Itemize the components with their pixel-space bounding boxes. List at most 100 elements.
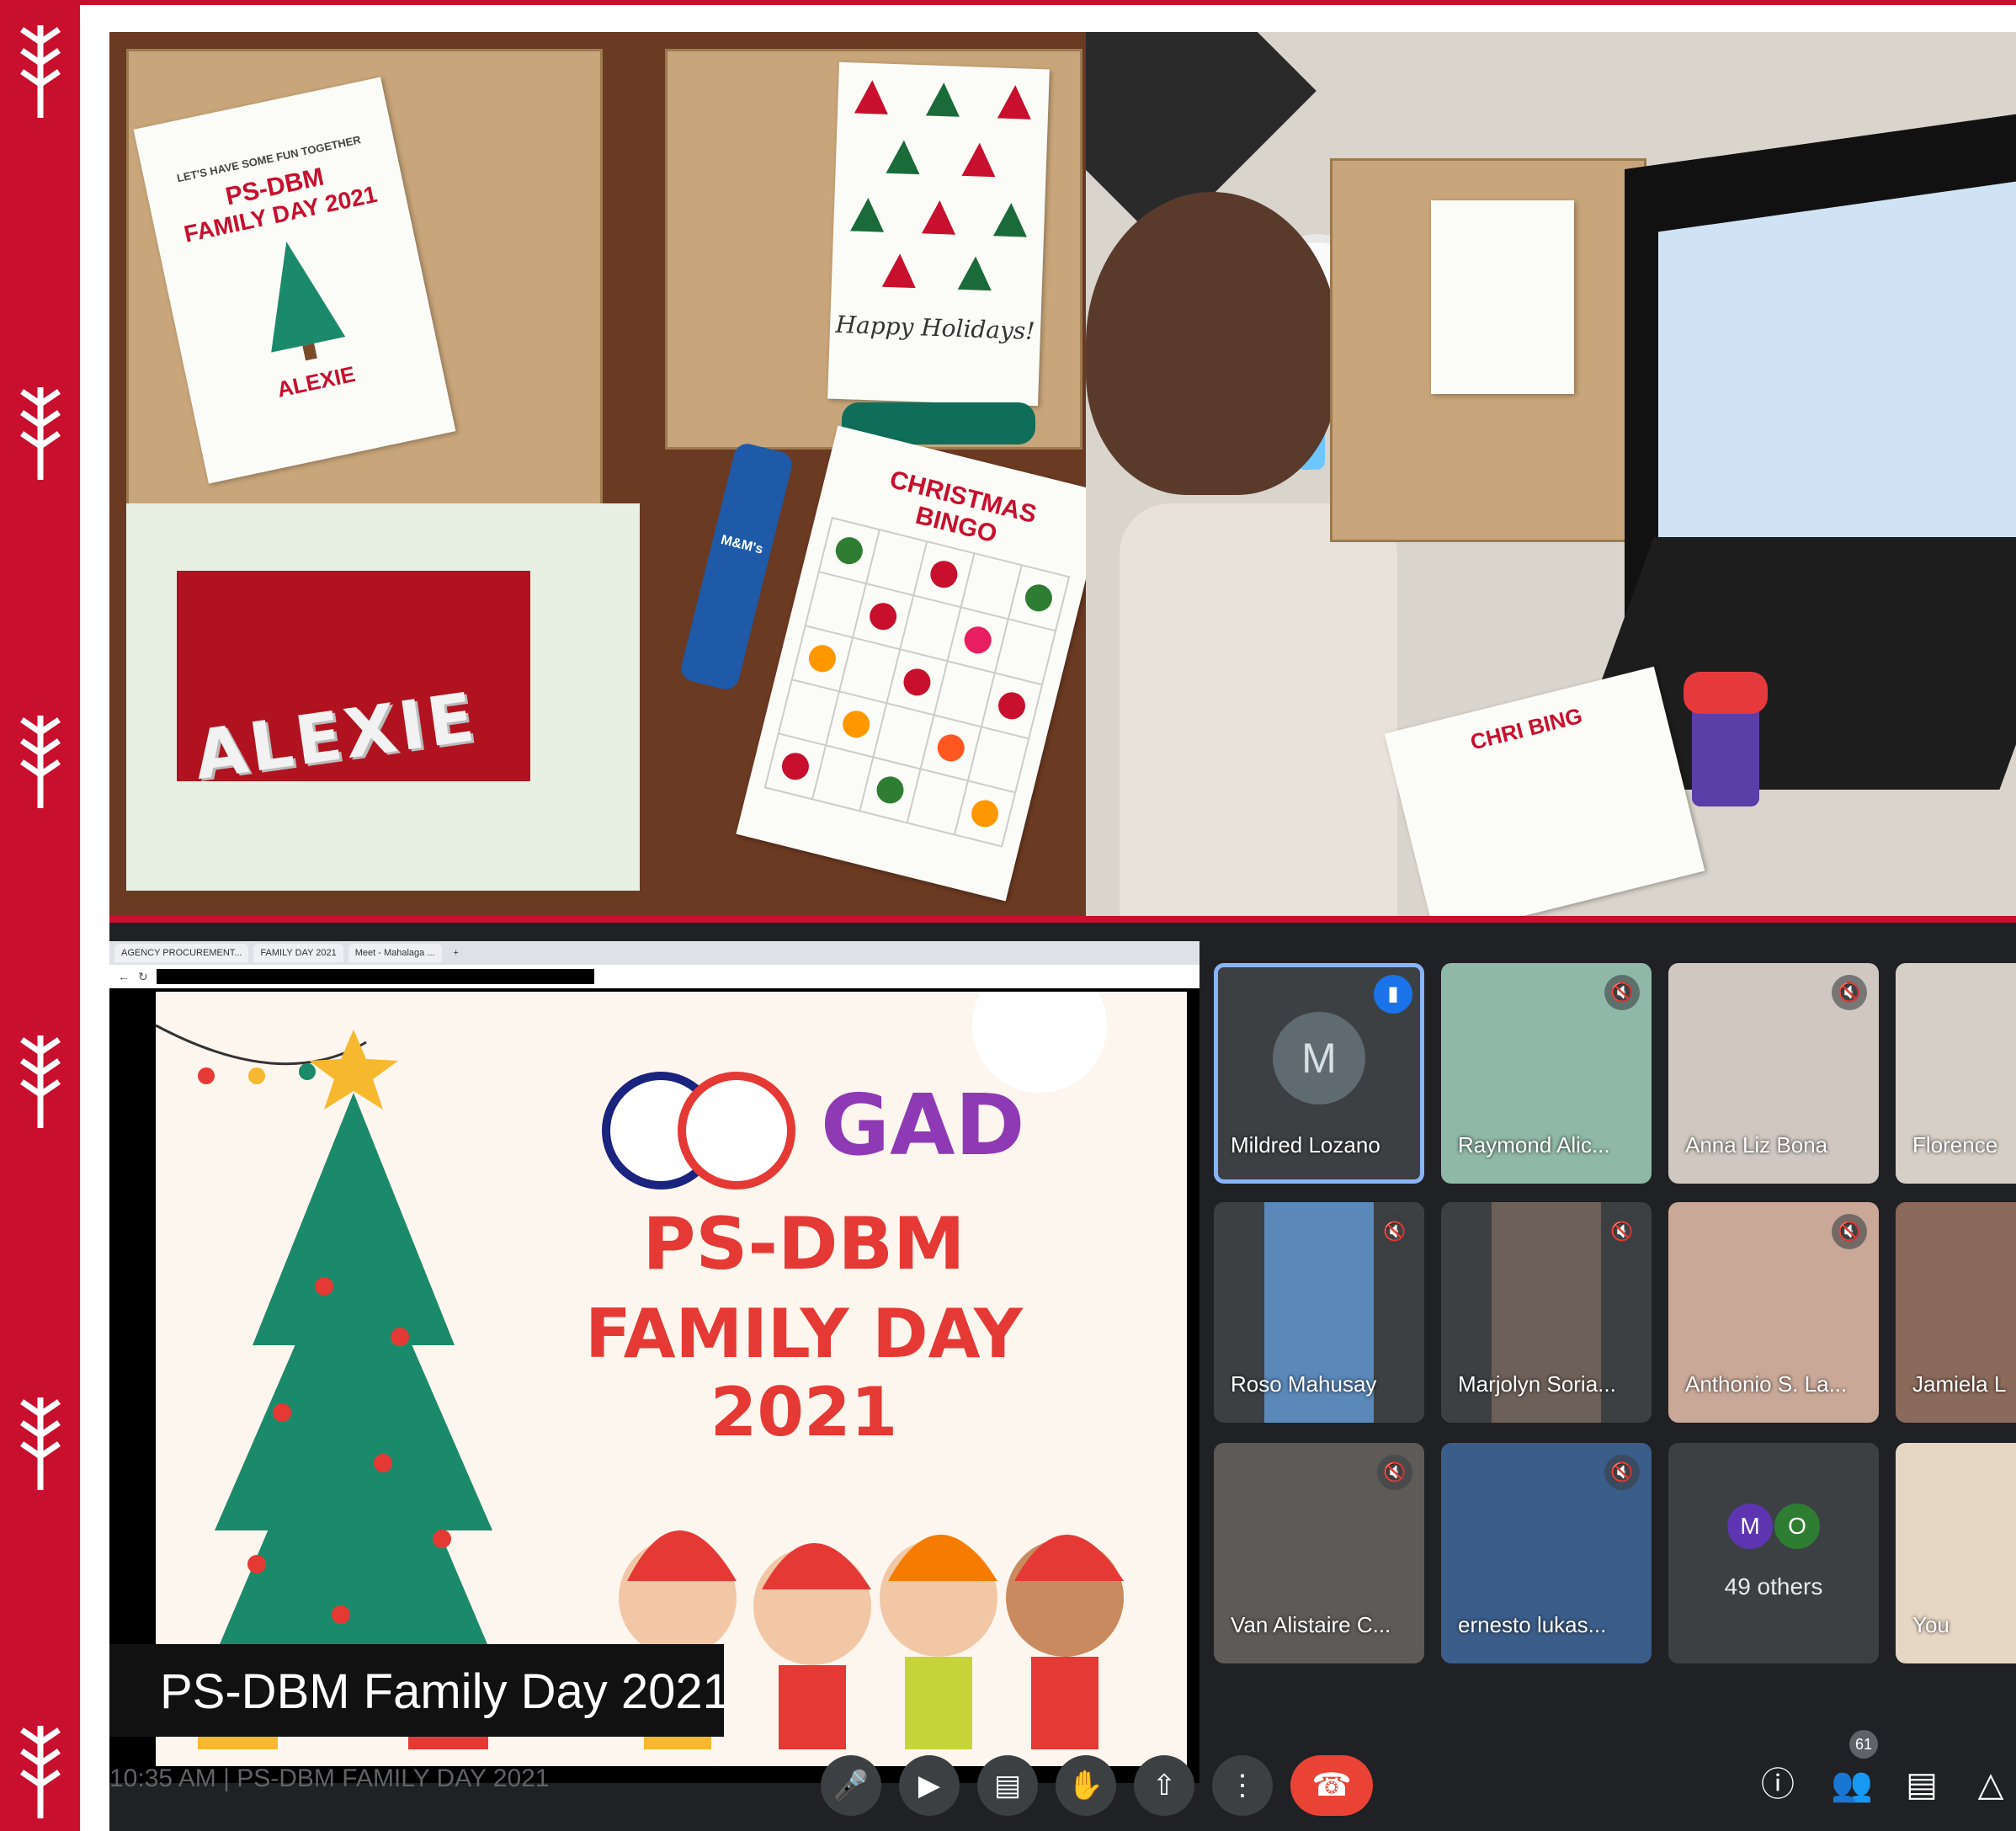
- candy-tube: M&M's: [678, 440, 795, 693]
- participant-tile[interactable]: M ▮ Mildred Lozano: [1214, 963, 1424, 1184]
- reload-icon[interactable]: ↻: [138, 970, 148, 984]
- participant-name: Raymond Alic...: [1458, 1132, 1610, 1158]
- browser-tab[interactable]: AGENCY PROCUREMENT...: [114, 944, 249, 962]
- participant-tile[interactable]: 🔇 Raymond Alic...: [1441, 963, 1652, 1184]
- bingo-card: CHRI BING: [1384, 666, 1705, 916]
- participant-name: Marjolyn Soria...: [1458, 1371, 1616, 1397]
- participant-tile[interactable]: 🔇 Van Alistaire C...: [1214, 1443, 1424, 1663]
- bingo-text: CHRI BING: [1467, 702, 1585, 755]
- captions-button[interactable]: ▤: [977, 1755, 1038, 1816]
- dbm-logo: [678, 1072, 795, 1190]
- mic-off-icon: 🔇: [1377, 1455, 1412, 1490]
- child-head: [1086, 192, 1338, 495]
- meeting-details-button[interactable]: ⓘ: [1753, 1759, 1803, 1810]
- gift-kit-photo: LET'S HAVE SOME FUN TOGETHER PS-DBM FAMI…: [109, 32, 1086, 916]
- participant-name: Mildred Lozano: [1231, 1132, 1380, 1158]
- speaking-indicator-icon: ▮: [1374, 975, 1412, 1014]
- new-tab-button[interactable]: +: [447, 944, 465, 962]
- pine-branch-icon: [20, 387, 61, 480]
- meeting-time: 10:35 AM: [109, 1764, 216, 1792]
- captions-icon: ▤: [993, 1770, 1022, 1802]
- info-separator: |: [223, 1764, 237, 1792]
- leave-call-button[interactable]: ☎: [1290, 1755, 1373, 1816]
- bingo-grid: [763, 516, 1071, 848]
- pine-branch-icon: [20, 1397, 61, 1490]
- participant-tile[interactable]: 🔇 Marjolyn Soria...: [1441, 1202, 1652, 1423]
- present-button[interactable]: ⇧: [1134, 1755, 1194, 1816]
- participant-name: Jamiela L: [1912, 1371, 2007, 1397]
- tree-pattern: [850, 80, 1031, 291]
- child-shirt: [1120, 503, 1397, 916]
- meeting-name: PS-DBM FAMILY DAY 2021: [237, 1764, 550, 1792]
- happy-holidays-text: Happy Holidays!: [835, 310, 1036, 346]
- mic-off-icon: 🔇: [1832, 975, 1867, 1010]
- raise-hand-button[interactable]: ✋: [1056, 1755, 1116, 1816]
- chat-button[interactable]: ▤: [1896, 1759, 1947, 1810]
- mic-off-icon: 🔇: [1377, 1214, 1412, 1249]
- browser-tab-strip: AGENCY PROCUREMENT... FAMILY DAY 2021 Me…: [109, 941, 1199, 965]
- participant-name: Florence: [1912, 1132, 1998, 1158]
- participant-tile[interactable]: 🔇 Roso Mahusay: [1214, 1202, 1424, 1423]
- participant-tile[interactable]: Florence: [1896, 963, 2016, 1184]
- participant-name: You: [1912, 1612, 1950, 1637]
- left-decorative-border: [0, 0, 80, 1831]
- people-icon: 👥: [1831, 1766, 1873, 1803]
- holiday-card: Happy Holidays!: [827, 61, 1050, 407]
- avatar: O: [1774, 1504, 1820, 1549]
- mic-off-icon: 🔇: [1832, 1214, 1867, 1249]
- mic-icon: 🎤: [832, 1770, 870, 1802]
- camera-icon: ▶: [918, 1770, 941, 1802]
- middle-divider: [109, 916, 2016, 923]
- participant-name: ernesto lukas...: [1458, 1612, 1607, 1637]
- present-icon: ⇧: [1152, 1770, 1177, 1802]
- info-icon: ⓘ: [1761, 1766, 1795, 1803]
- presentation-caption: PS-DBM Family Day 2021: [160, 1664, 730, 1719]
- child-participating-photo: CHRI BING: [1086, 32, 2016, 916]
- browser-address-bar: ← ↻: [109, 965, 1199, 988]
- others-count: 49 others: [1724, 1573, 1823, 1599]
- mic-button[interactable]: 🎤: [821, 1755, 881, 1816]
- mic-off-icon: 🔇: [1604, 975, 1640, 1010]
- christmas-tree-icon: [271, 242, 346, 361]
- slide-title-2: FAMILY DAY 2021: [585, 1295, 1023, 1451]
- people-button[interactable]: 👥: [1827, 1759, 1877, 1810]
- self-tile[interactable]: You: [1896, 1443, 2016, 1663]
- participant-tile[interactable]: Jamiela L: [1896, 1202, 2016, 1423]
- mic-off-icon: 🔇: [1604, 1214, 1640, 1249]
- hand-icon: ✋: [1067, 1770, 1104, 1802]
- chat-icon: ▤: [1906, 1766, 1938, 1803]
- people-count-badge: 61: [1849, 1730, 1878, 1759]
- meet-window: AGENCY PROCUREMENT... FAMILY DAY 2021 Me…: [109, 923, 2016, 1831]
- top-border: [80, 0, 2016, 5]
- participant-tile[interactable]: 🔇 Anna Liz Bona: [1668, 963, 1879, 1184]
- avatar: M: [1727, 1504, 1773, 1549]
- end-call-icon: ☎: [1311, 1768, 1352, 1803]
- participant-tile[interactable]: 🔇 ernesto lukas...: [1441, 1443, 1652, 1663]
- back-icon[interactable]: ←: [118, 970, 130, 983]
- browser-tab[interactable]: FAMILY DAY 2021: [253, 944, 343, 962]
- others-tile[interactable]: M O 49 others: [1668, 1443, 1879, 1663]
- url-field-redacted[interactable]: [156, 969, 594, 984]
- pine-branch-icon: [20, 25, 61, 118]
- camera-button[interactable]: ▶: [899, 1755, 960, 1816]
- pine-branch-icon: [20, 1035, 61, 1128]
- activities-button[interactable]: △: [1965, 1759, 2016, 1810]
- pine-branch-icon: [20, 716, 61, 808]
- bingo-card: CHRISTMAS BINGO: [736, 425, 1086, 902]
- glue-cap: [1684, 672, 1768, 714]
- more-options-button[interactable]: ⋮: [1212, 1755, 1273, 1816]
- avatar: M: [1273, 1012, 1365, 1104]
- gad-logo: GAD: [821, 1076, 1025, 1174]
- participant-name: Van Alistaire C...: [1231, 1612, 1391, 1637]
- participant-name: Anna Liz Bona: [1685, 1132, 1828, 1158]
- family-day-card: [1431, 200, 1574, 394]
- presentation-area: AGENCY PROCUREMENT... FAMILY DAY 2021 Me…: [109, 941, 1199, 1783]
- browser-tab[interactable]: Meet - Mahalaga ...: [348, 944, 442, 962]
- meeting-info: 10:35 AM | PS-DBM FAMILY DAY 2021: [109, 1764, 550, 1793]
- more-vert-icon: ⋮: [1228, 1770, 1257, 1802]
- activities-icon: △: [1977, 1766, 2004, 1803]
- participant-name: Roso Mahusay: [1231, 1371, 1377, 1397]
- mic-off-icon: 🔇: [1604, 1455, 1640, 1490]
- participant-tile[interactable]: 🔇 Anthonio S. La...: [1668, 1202, 1879, 1423]
- candy-label: M&M's: [719, 532, 765, 557]
